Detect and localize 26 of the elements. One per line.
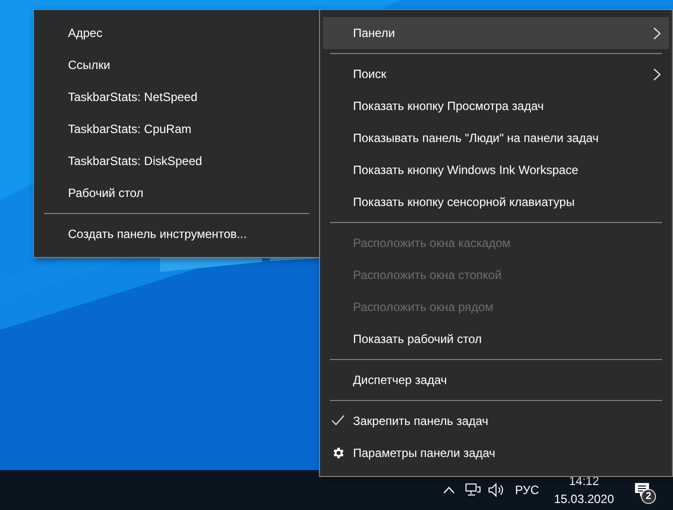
menu-item[interactable]: Показать кнопку Просмотра задач [323,90,669,122]
menu-item[interactable]: Параметры панели задач [323,437,669,469]
menu-item[interactable]: Диспетчер задач [323,364,669,396]
chevron-right-icon [653,27,661,40]
menu-item[interactable]: Закрепить панель задач [323,405,669,437]
menu-item[interactable]: Ссылки [37,49,316,81]
menu-item[interactable]: TaskbarStats: CpuRam [37,113,316,145]
settings-icon [331,446,345,460]
menu-item[interactable]: Панели [323,17,669,49]
menu-item[interactable]: Показывать панель "Люди" на панели задач [323,122,669,154]
notification-count: 2 [641,489,656,504]
menu-item[interactable]: Рабочий стол [37,177,316,209]
menu-item[interactable]: Показать рабочий стол [323,323,669,355]
menu-item[interactable]: Показать кнопку сенсорной клавиатуры [323,186,669,218]
menu-item[interactable]: Адрес [37,17,316,49]
chevron-up-icon[interactable] [442,486,455,494]
language-indicator[interactable]: РУС [514,483,539,497]
clock-date[interactable]: 15.03.2020 [554,490,614,508]
chevron-right-icon [653,68,661,81]
menu-item[interactable]: Создать панель инструментов... [37,218,316,250]
menu-item[interactable]: Показать кнопку Windows Ink Workspace [323,154,669,186]
menu-item[interactable]: TaskbarStats: NetSpeed [37,81,316,113]
speaker-icon[interactable] [488,483,506,497]
network-icon[interactable] [464,483,481,497]
menu-item[interactable]: TaskbarStats: DiskSpeed [37,145,316,177]
menu-item[interactable]: Поиск [323,58,669,90]
